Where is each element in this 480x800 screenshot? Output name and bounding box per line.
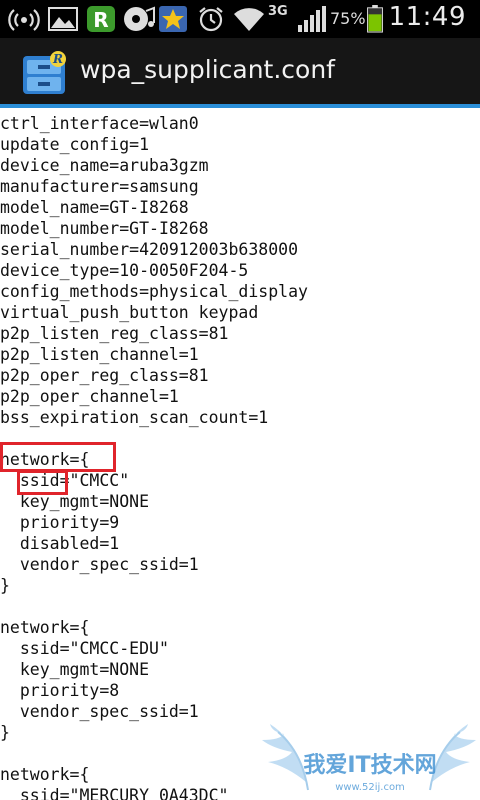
file-line: device_name=aruba3gzm <box>0 156 209 175</box>
file-line: ssid="CMCC-EDU" <box>0 639 169 658</box>
title-bar: R wpa_supplicant.conf <box>0 38 480 108</box>
watermark-text: 我爱IT技术网 <box>303 753 436 778</box>
disc-icon <box>124 6 155 31</box>
status-bar: R 3G 75% 11:49 <box>0 0 480 38</box>
file-line: config_methods=physical_display <box>0 282 308 301</box>
file-line: p2p_oper_channel=1 <box>0 387 179 406</box>
alarm-icon <box>199 7 223 32</box>
ssid-highlight-box <box>17 470 68 495</box>
wifi-tethering-icon <box>8 9 40 31</box>
file-line: priority=9 <box>0 513 120 532</box>
file-line: network={ <box>0 765 90 784</box>
file-line: device_type=10-0050F204-5 <box>0 261 249 280</box>
network-type-label: 3G <box>268 4 288 19</box>
battery-percent: 75% <box>330 9 366 28</box>
file-line: p2p_oper_reg_class=81 <box>0 366 209 385</box>
clock-time: 11:49 <box>388 2 466 32</box>
wifi-icon <box>234 8 264 31</box>
file-line: model_name=GT-I8268 <box>0 198 189 217</box>
watermark-url: www.52ij.com <box>335 782 405 793</box>
gallery-icon <box>48 7 78 31</box>
file-line: manufacturer=samsung <box>0 177 199 196</box>
file-line: p2p_listen_channel=1 <box>0 345 199 364</box>
file-content[interactable]: ctrl_interface=wlan0 update_config=1 dev… <box>0 108 480 800</box>
file-line: network={ <box>0 618 90 637</box>
file-line: vendor_spec_ssid=1 <box>0 555 199 574</box>
file-cabinet-icon[interactable]: R <box>20 50 68 96</box>
signal-icon <box>298 6 326 32</box>
file-line: ssid="MERCURY_0A43DC" <box>0 786 229 800</box>
svg-text:R: R <box>93 8 108 32</box>
file-line: } <box>0 723 10 742</box>
file-line: virtual_push_button keypad <box>0 303 259 322</box>
file-line: key_mgmt=NONE <box>0 660 150 679</box>
file-line: serial_number=420912003b638000 <box>0 240 299 259</box>
network-highlight-box <box>0 442 116 472</box>
file-line: vendor_spec_ssid=1 <box>0 702 199 721</box>
file-line: disabled=1 <box>0 534 120 553</box>
file-line: bss_expiration_scan_count=1 <box>0 408 269 427</box>
r-app-icon: R <box>87 6 115 32</box>
svg-text:R: R <box>52 52 63 66</box>
file-line: model_number=GT-I8268 <box>0 219 209 238</box>
page-title: wpa_supplicant.conf <box>80 55 335 84</box>
star-app-icon <box>159 6 187 32</box>
watermark-logo: 我爱IT技术网 www.52ij.com <box>262 724 476 793</box>
file-line: update_config=1 <box>0 135 150 154</box>
battery-icon <box>367 5 383 33</box>
file-line: p2p_listen_reg_class=81 <box>0 324 229 343</box>
file-line: } <box>0 576 10 595</box>
file-line: priority=8 <box>0 681 120 700</box>
file-line: ctrl_interface=wlan0 <box>0 114 199 133</box>
